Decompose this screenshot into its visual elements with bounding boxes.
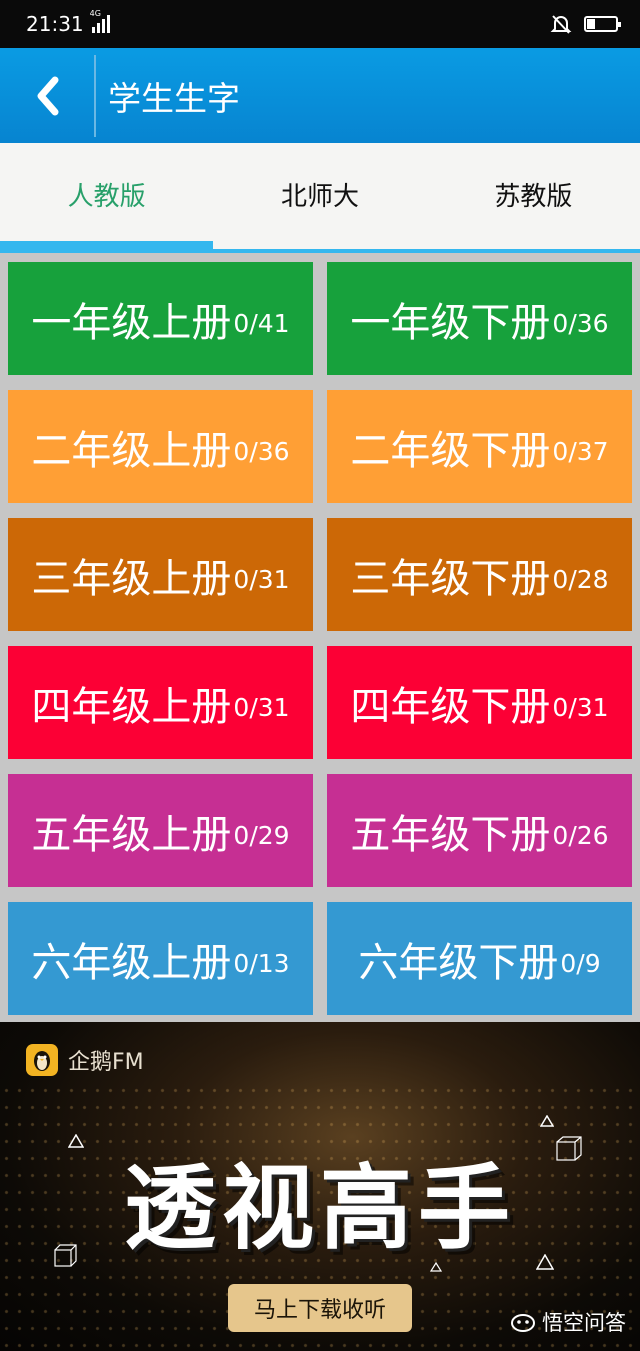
mute-bell-icon	[550, 15, 572, 34]
book-grid: 一年级上册 0/41 一年级下册 0/36 二年级上册 0/36 二年级下册 0/37 …	[0, 253, 640, 1022]
book-title: 一年级下册	[350, 299, 551, 346]
book-title: 三年级下册	[350, 555, 551, 602]
page-title: 学生生字	[108, 78, 240, 118]
back-button[interactable]	[0, 48, 94, 143]
penguin-logo-icon	[26, 1044, 58, 1076]
book-progress: 0/31	[233, 565, 290, 594]
status-right	[550, 13, 621, 35]
book-button[interactable]: 五年级下册 0/26	[327, 774, 632, 887]
battery-icon	[584, 16, 621, 32]
book-progress: 0/28	[552, 565, 609, 594]
book-title: 三年级上册	[31, 555, 232, 602]
ad-banner[interactable]: 企鹅FM 透视高手 马上下载收听 悟空问答	[0, 1022, 640, 1351]
book-title: 一年级上册	[31, 299, 232, 346]
signal-icon: 4G	[90, 9, 110, 33]
wukong-logo-icon	[511, 1314, 535, 1332]
book-button[interactable]: 一年级上册 0/41	[8, 262, 313, 375]
ad-brand: 企鹅FM	[26, 1044, 144, 1076]
book-title: 五年级上册	[31, 811, 232, 858]
book-button[interactable]: 六年级下册 0/9	[327, 902, 632, 1015]
tab-sujiao[interactable]: 苏教版	[427, 143, 640, 253]
book-title: 二年级下册	[350, 427, 551, 474]
ad-headline: 透视高手	[123, 1155, 516, 1262]
back-chevron-icon	[37, 76, 59, 115]
book-title: 四年级上册	[31, 683, 232, 730]
book-button[interactable]: 四年级下册 0/31	[327, 646, 632, 759]
book-progress: 0/41	[233, 309, 290, 338]
book-title: 五年级下册	[350, 811, 551, 858]
book-button[interactable]: 一年级下册 0/36	[327, 262, 632, 375]
clock: 21:31	[26, 12, 84, 36]
triangle-decoration-icon	[540, 1115, 554, 1127]
book-progress: 0/9	[560, 949, 601, 978]
active-tab-indicator	[0, 241, 213, 253]
book-progress: 0/13	[233, 949, 290, 978]
book-title: 六年级下册	[358, 939, 559, 986]
book-button[interactable]: 五年级上册 0/29	[8, 774, 313, 887]
tab-beishida[interactable]: 北师大	[213, 143, 426, 253]
book-progress: 0/37	[552, 437, 609, 466]
book-title: 二年级上册	[31, 427, 232, 474]
status-bar: 21:31 4G	[0, 0, 640, 48]
edition-tabs: 人教版 北师大 苏教版	[0, 143, 640, 253]
book-button[interactable]: 六年级上册 0/13	[8, 902, 313, 1015]
book-progress: 0/36	[552, 309, 609, 338]
watermark: 悟空问答	[510, 1307, 626, 1337]
tab-renjiao[interactable]: 人教版	[0, 143, 213, 253]
status-left: 21:31 4G	[26, 9, 110, 36]
book-title: 四年级下册	[350, 683, 551, 730]
book-progress: 0/29	[233, 821, 290, 850]
book-progress: 0/31	[233, 693, 290, 722]
book-title: 六年级上册	[31, 939, 232, 986]
book-button[interactable]: 三年级上册 0/31	[8, 518, 313, 631]
ad-brand-name: 企鹅FM	[68, 1050, 144, 1075]
book-button[interactable]: 二年级上册 0/36	[8, 390, 313, 503]
book-progress: 0/31	[552, 693, 609, 722]
watermark-text: 悟空问答	[542, 1311, 626, 1335]
network-type: 4G	[89, 9, 101, 18]
book-button[interactable]: 三年级下册 0/28	[327, 518, 632, 631]
app-header: 学生生字	[0, 48, 640, 143]
book-button[interactable]: 四年级上册 0/31	[8, 646, 313, 759]
book-progress: 0/36	[233, 437, 290, 466]
book-progress: 0/26	[552, 821, 609, 850]
book-button[interactable]: 二年级下册 0/37	[327, 390, 632, 503]
download-listen-button[interactable]: 马上下载收听	[228, 1284, 412, 1332]
